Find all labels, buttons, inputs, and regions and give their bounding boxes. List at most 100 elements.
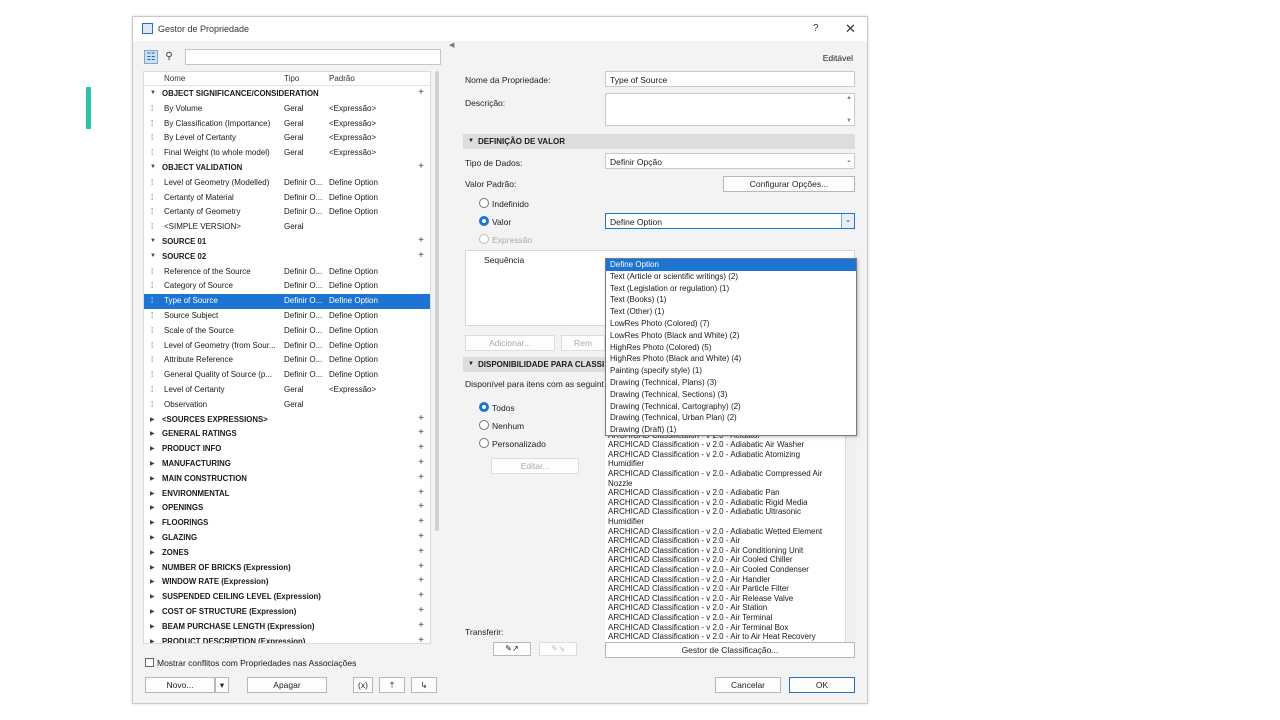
- drag-handle-icon[interactable]: ⁞: [151, 311, 157, 320]
- remove-button[interactable]: Rem: [561, 335, 605, 351]
- add-property-icon[interactable]: +: [416, 235, 426, 246]
- classification-item[interactable]: ARCHICAD Classification - v 2.0 - Air to…: [608, 632, 838, 642]
- tree-item-row[interactable]: ⁞ By Classification (Importance) Geral <Exp…: [144, 117, 430, 132]
- dropdown-option[interactable]: Define Option: [606, 259, 856, 271]
- chevron-right-icon[interactable]: ▶: [150, 623, 158, 630]
- show-conflicts-checkbox[interactable]: [145, 658, 154, 667]
- close-icon[interactable]: ✕: [845, 21, 856, 37]
- none-radio[interactable]: [479, 420, 489, 430]
- custom-radio[interactable]: [479, 438, 489, 448]
- tree-item-row[interactable]: ⁞ Attribute Reference Definir O... Define O…: [144, 353, 430, 368]
- data-type-select[interactable]: Definir Opção ⌄: [605, 153, 855, 169]
- tree-group-row[interactable]: ▶ OPENINGS +: [144, 501, 430, 516]
- chevron-down-icon[interactable]: ▼: [150, 238, 158, 244]
- tree-item-row[interactable]: ⁞ Level of Certanty Geral <Expressão>: [144, 383, 430, 398]
- tree-group-row[interactable]: ▶ ENVIRONMENTAL +: [144, 487, 430, 502]
- drag-handle-icon[interactable]: ⁞: [151, 281, 157, 290]
- chevron-down-icon[interactable]: ▼: [150, 164, 158, 170]
- chevron-down-icon[interactable]: ▼: [150, 90, 158, 96]
- drag-handle-icon[interactable]: ⁞: [151, 355, 157, 364]
- dropdown-option[interactable]: Painting (specify style) (1): [606, 365, 856, 377]
- chevron-right-icon[interactable]: ▶: [150, 430, 158, 437]
- chevron-right-icon[interactable]: ▶: [150, 578, 158, 585]
- tree-group-row[interactable]: ▶ WINDOW RATE (Expression) +: [144, 575, 430, 590]
- drag-handle-icon[interactable]: ⁞: [151, 341, 157, 350]
- drag-handle-icon[interactable]: ⁞: [151, 104, 157, 113]
- add-property-icon[interactable]: +: [416, 501, 426, 512]
- undefined-radio[interactable]: [479, 198, 489, 208]
- chevron-down-icon[interactable]: ▼: [150, 253, 158, 259]
- configure-options-button[interactable]: Configurar Opções...: [723, 176, 855, 192]
- column-padrao[interactable]: Padrão: [329, 74, 355, 83]
- classification-item[interactable]: ARCHICAD Classification - v 2.0 - Adiaba…: [608, 440, 838, 450]
- classification-list[interactable]: ARCHICAD Classification - v 2.0 - Active…: [605, 422, 845, 648]
- tree-item-row[interactable]: ⁞ Scale of the Source Definir O... Define O…: [144, 324, 430, 339]
- default-value-select[interactable]: Define Option ⌄: [605, 213, 855, 229]
- chevron-right-icon[interactable]: ▶: [150, 475, 158, 482]
- drag-handle-icon[interactable]: ⁞: [151, 193, 157, 202]
- tree-scrollbar[interactable]: [435, 71, 439, 531]
- delete-button[interactable]: Apagar: [247, 677, 327, 693]
- add-property-icon[interactable]: +: [416, 635, 426, 643]
- classification-item[interactable]: ARCHICAD Classification - v 2.0 - Adiaba…: [608, 469, 838, 488]
- chevron-right-icon[interactable]: ▶: [150, 608, 158, 615]
- chevron-right-icon[interactable]: ▶: [150, 564, 158, 571]
- ok-button[interactable]: OK: [789, 677, 855, 693]
- chevron-right-icon[interactable]: ▶: [150, 460, 158, 467]
- add-property-icon[interactable]: +: [416, 575, 426, 586]
- tree-item-row[interactable]: ⁞ Level of Geometry (from Sour... Definir …: [144, 339, 430, 354]
- tree-item-row[interactable]: ⁞ Observation Geral: [144, 398, 430, 413]
- help-icon[interactable]: ?: [813, 23, 819, 34]
- scroll-up-icon[interactable]: ▲: [846, 95, 852, 101]
- classification-item[interactable]: ARCHICAD Classification - v 2.0 - Air St…: [608, 603, 838, 613]
- drag-handle-icon[interactable]: ⁞: [151, 222, 157, 231]
- add-property-icon[interactable]: +: [416, 620, 426, 631]
- tree-group-row[interactable]: ▶ MANUFACTURING +: [144, 457, 430, 472]
- dropdown-option[interactable]: Text (Other) (1): [606, 306, 856, 318]
- tree-item-row[interactable]: ⁞ <SIMPLE VERSION> Geral: [144, 220, 430, 235]
- tree-group-row[interactable]: ▼ SOURCE 01 +: [144, 235, 430, 250]
- search-icon[interactable]: ⚲: [162, 50, 176, 64]
- tree-group-row[interactable]: ▶ COST OF STRUCTURE (Expression) +: [144, 605, 430, 620]
- tree-group-row[interactable]: ▼ OBJECT VALIDATION +: [144, 161, 430, 176]
- tree-item-row[interactable]: ⁞ Certanty of Geometry Definir O... Define …: [144, 205, 430, 220]
- add-property-icon[interactable]: +: [416, 561, 426, 572]
- dropdown-option[interactable]: Drawing (Technical, Plans) (3): [606, 377, 856, 389]
- tree-group-row[interactable]: ▼ OBJECT SIGNIFICANCE/CONSIDERATION +: [144, 87, 430, 102]
- classification-item[interactable]: ARCHICAD Classification - v 2.0 - Adiaba…: [608, 507, 838, 526]
- chevron-right-icon[interactable]: ▶: [150, 519, 158, 526]
- chevron-right-icon[interactable]: ▶: [150, 534, 158, 541]
- classification-item[interactable]: ARCHICAD Classification - v 2.0 - Air Te…: [608, 613, 838, 623]
- chevron-down-icon[interactable]: ⌄: [841, 214, 854, 228]
- drag-handle-icon[interactable]: ⁞: [151, 178, 157, 187]
- chevron-right-icon[interactable]: ▶: [150, 490, 158, 497]
- classification-item[interactable]: ARCHICAD Classification - v 2.0 - Air Co…: [608, 555, 838, 565]
- drag-handle-icon[interactable]: ⁞: [151, 119, 157, 128]
- column-tipo[interactable]: Tipo: [284, 74, 299, 83]
- drag-handle-icon[interactable]: ⁞: [151, 296, 157, 305]
- tree-group-row[interactable]: ▶ <SOURCES EXPRESSIONS> +: [144, 413, 430, 428]
- classification-item[interactable]: ARCHICAD Classification - v 2.0 - Air Pa…: [608, 584, 838, 594]
- tree-item-row[interactable]: ⁞ Source Subject Definir O... Define Option: [144, 309, 430, 324]
- tree-group-row[interactable]: ▶ NUMBER OF BRICKS (Expression) +: [144, 561, 430, 576]
- tree-item-row[interactable]: ⁞ Final Weight (to whole model) Geral <Expr…: [144, 146, 430, 161]
- add-property-icon[interactable]: +: [416, 427, 426, 438]
- drag-handle-icon[interactable]: ⁞: [151, 370, 157, 379]
- tree-group-row[interactable]: ▶ BEAM PURCHASE LENGTH (Expression) +: [144, 620, 430, 635]
- add-property-icon[interactable]: +: [416, 590, 426, 601]
- add-button[interactable]: Adicionar...: [465, 335, 555, 351]
- classification-item[interactable]: ARCHICAD Classification - v 2.0 - Air Co…: [608, 565, 838, 575]
- dropdown-option[interactable]: Drawing (Technical, Sections) (3): [606, 389, 856, 401]
- show-conflicts-option[interactable]: Mostrar conflitos com Propriedades nas A…: [145, 658, 356, 668]
- tree-group-row[interactable]: ▶ PRODUCT INFO +: [144, 442, 430, 457]
- add-property-icon[interactable]: +: [416, 487, 426, 498]
- scroll-down-icon[interactable]: ▼: [846, 118, 852, 124]
- dropdown-option[interactable]: LowRes Photo (Colored) (7): [606, 318, 856, 330]
- classification-item[interactable]: ARCHICAD Classification - v 2.0 - Adiaba…: [608, 450, 838, 469]
- cancel-button[interactable]: Cancelar: [715, 677, 781, 693]
- add-property-icon[interactable]: +: [416, 516, 426, 527]
- value-definition-section[interactable]: ▼ DEFINIÇÃO DE VALOR: [463, 134, 855, 149]
- classification-item[interactable]: ARCHICAD Classification - v 2.0 - Air Re…: [608, 594, 838, 604]
- add-property-icon[interactable]: +: [416, 605, 426, 616]
- add-property-icon[interactable]: +: [416, 457, 426, 468]
